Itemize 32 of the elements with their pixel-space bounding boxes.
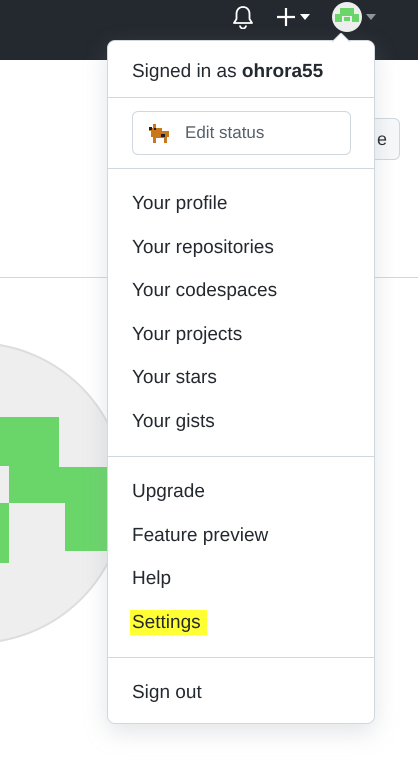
menu-item[interactable]: Help <box>108 557 374 600</box>
menu-item[interactable]: Your codespaces <box>108 269 374 312</box>
menu-item-label: Settings <box>130 610 207 634</box>
profile-button[interactable] <box>332 4 376 30</box>
identicon-avatar-icon <box>332 2 362 32</box>
menu-item-label: Feature preview <box>132 524 268 546</box>
menu-item[interactable]: Feature preview <box>108 514 374 557</box>
caret-icon <box>366 14 376 20</box>
menu-item[interactable]: Your projects <box>108 312 374 356</box>
menu-item[interactable]: Your gists <box>108 400 374 443</box>
menu-item[interactable]: Your repositories <box>108 226 374 269</box>
menu-item[interactable]: Upgrade <box>108 470 374 514</box>
plus-icon <box>276 7 296 27</box>
bell-icon <box>232 5 254 29</box>
menu-item-label: Your repositories <box>132 236 274 258</box>
edit-status-button[interactable]: Edit status <box>132 111 351 155</box>
caret-icon <box>300 14 310 20</box>
menu-item-label: Your gists <box>132 410 215 432</box>
dog-icon <box>147 122 171 144</box>
menu-item-label: Your projects <box>132 324 242 344</box>
menu-item-label: Your profile <box>132 193 228 214</box>
menu-item-label: Sign out <box>132 682 202 703</box>
menu-item-label: Your stars <box>132 367 217 388</box>
menu-item[interactable]: Settings <box>108 600 374 644</box>
menu-item-label: Upgrade <box>132 481 205 502</box>
menu-item[interactable]: Sign out <box>108 671 374 714</box>
menu-item-label: Help <box>132 568 172 589</box>
menu-item[interactable]: Your stars <box>108 356 374 400</box>
notifications-button[interactable] <box>232 4 254 30</box>
menu-item-label: Your codespaces <box>132 280 278 301</box>
signed-in-text: Signed in as ohrora55 <box>131 60 324 84</box>
menu-item[interactable]: Your profile <box>108 182 374 226</box>
